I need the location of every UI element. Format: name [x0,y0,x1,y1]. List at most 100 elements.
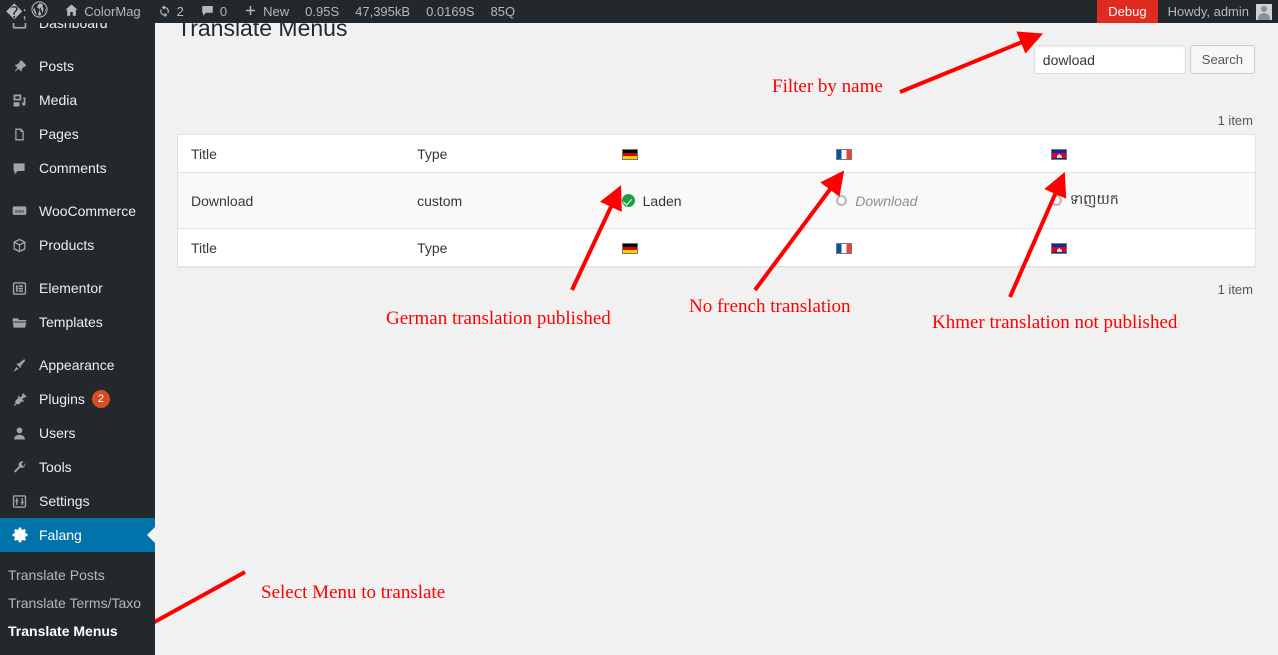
debug-query-time: 0.0169S [426,4,475,19]
column-header-french[interactable] [826,134,1041,173]
account-menu[interactable]: Howdy, admin [1158,0,1278,23]
sidebar-item-label: Settings [39,493,90,509]
german-flag-icon [621,243,638,255]
pages-icon [11,126,35,143]
sidebar-item-comments[interactable]: Comments [0,151,155,185]
woocommerce-icon: woo [11,203,35,220]
column-footer-khmer[interactable] [1040,228,1256,267]
sidebar-item-elementor[interactable]: Elementor [0,271,155,305]
debug-memory: 47,395kB [355,4,411,19]
comments-menu[interactable]: 0 [192,0,235,23]
sidebar-item-settings[interactable]: Settings [0,484,155,518]
sidebar-item-users[interactable]: Users [0,416,155,450]
sidebar-item-label: Users [39,425,76,441]
menu-separator [0,262,155,271]
new-content-label: New [263,4,290,19]
column-footer-type[interactable]: Type [407,228,612,267]
column-header-khmer[interactable] [1040,134,1256,173]
wrench-icon [11,459,35,476]
main-content: Translate Menus Search 1 item Title Type [155,15,1278,655]
wordpress-logo-icon: �; [6,1,48,22]
site-name-label: ColorMag [84,4,141,19]
table-header-row: Title Type [177,134,1256,173]
cambodian-flag-icon [1050,149,1067,161]
sidebar-item-label: Media [39,92,78,108]
gray-circle-icon [836,195,848,206]
new-content-menu[interactable]: New [235,0,297,23]
menu-separator [0,40,155,49]
wp-logo-menu[interactable]: �; [0,0,56,23]
table-footer-row: Title Type [177,228,1256,267]
sidebar-item-tools[interactable]: Tools [0,450,155,484]
khmer-translation-label: ទាញយក [1069,191,1119,207]
sidebar-item-label: Tools [39,459,72,475]
sidebar-item-translate-posts[interactable]: Translate Posts [0,561,155,589]
german-translation-label: Laden [642,192,682,209]
cell-german[interactable]: Laden [611,172,827,229]
debug-time: 0.95S [305,4,340,19]
annotation-no-french: No french translation [689,296,851,317]
debug-query-count: 85Q [490,4,516,19]
column-footer-title[interactable]: Title [177,228,408,267]
cell-type: custom [407,172,612,229]
cell-khmer[interactable]: ទាញយក [1040,172,1256,229]
search-input[interactable] [1033,45,1186,74]
updates-menu[interactable]: 2 [149,0,192,23]
sidebar-item-templates[interactable]: Templates [0,305,155,339]
sidebar-item-label: Appearance [39,357,115,373]
sidebar-item-plugins[interactable]: Plugins 2 [0,382,155,416]
french-flag-icon [836,243,853,255]
sidebar-item-falang[interactable]: Falang [0,518,155,552]
german-translation-state: Laden [621,192,817,209]
avatar [1256,3,1272,20]
sidebar-item-media[interactable]: Media [0,83,155,117]
french-translation-state: Download [836,193,1031,209]
search-button[interactable]: Search [1189,45,1255,74]
french-translation-label: Download [855,192,918,209]
sidebar-item-label: WooCommerce [39,203,136,219]
table-head: Title Type [177,134,1256,173]
column-header-title[interactable]: Title [177,134,408,173]
column-footer-german[interactable] [611,228,827,267]
menu-separator [0,185,155,194]
debug-button[interactable]: Debug [1097,0,1158,23]
home-icon [64,3,79,21]
column-footer-french[interactable] [826,228,1041,267]
falang-submenu: Translate Posts Translate Terms/Taxo Tra… [0,552,155,645]
sidebar-item-label: Products [39,237,95,253]
cambodian-flag-icon [1050,243,1067,255]
french-flag-icon [836,149,853,161]
sidebar-item-appearance[interactable]: Appearance [0,348,155,382]
media-icon [11,92,35,109]
pin-icon [11,58,35,75]
item-count-top: 1 item [1217,113,1253,128]
sidebar-item-label: Plugins [39,391,85,407]
svg-text:woo: woo [15,208,25,214]
table-body: Download custom Laden Download ទាញយក [177,172,1256,229]
admin-sidebar: Dashboard Posts Media Pages Comments woo… [0,15,155,655]
box-icon [11,237,35,254]
cell-title: Download [177,172,408,229]
sidebar-item-translate-menus[interactable]: Translate Menus [0,617,155,645]
column-header-type[interactable]: Type [407,134,612,173]
table-row[interactable]: Download custom Laden Download ទាញយក [177,172,1256,229]
howdy-label: Howdy, admin [1167,4,1249,19]
gear-icon [11,526,35,544]
cell-french[interactable]: Download [826,172,1041,229]
sidebar-item-label: Comments [39,160,107,176]
annotation-filter-by-name: Filter by name [772,76,883,97]
sidebar-item-posts[interactable]: Posts [0,49,155,83]
sidebar-item-pages[interactable]: Pages [0,117,155,151]
green-check-icon [621,194,635,207]
sliders-icon [11,493,35,510]
sidebar-item-woocommerce[interactable]: woo WooCommerce [0,194,155,228]
screen: �; ColorMag 2 0 New 0.95S 47,395kB 0.016… [0,0,1278,655]
updates-icon [157,3,172,21]
column-header-german[interactable] [611,134,827,173]
site-name-menu[interactable]: ColorMag [56,0,148,23]
sidebar-item-products[interactable]: Products [0,228,155,262]
sidebar-item-translate-terms-taxo[interactable]: Translate Terms/Taxo [0,589,155,617]
sidebar-item-label: Templates [39,314,103,330]
annotation-khmer-not-published: Khmer translation not published [932,312,1178,333]
sidebar-item-label: Falang [39,527,82,543]
